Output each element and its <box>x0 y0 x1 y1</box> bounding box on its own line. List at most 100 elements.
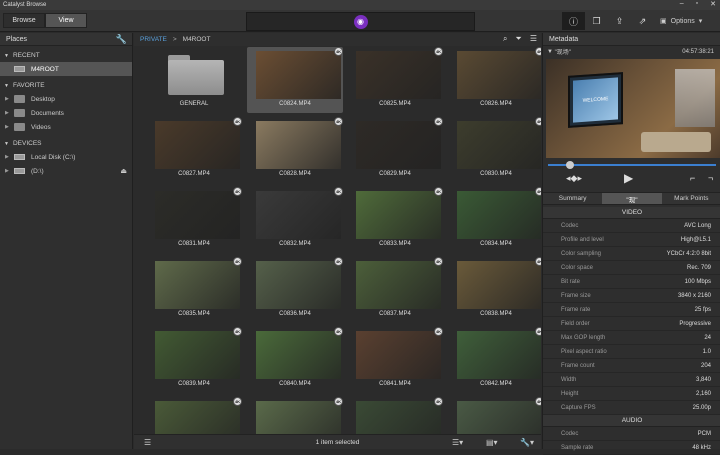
tv-screen-text: WELCOME <box>573 77 618 123</box>
device-item-d[interactable]: ▶ (D:\) ⏏ <box>0 164 132 178</box>
chevron-right-icon[interactable]: ▶ <box>5 110 9 116</box>
info-icon[interactable]: ⓘ <box>562 12 585 30</box>
breadcrumb-root[interactable]: PRIVATE <box>140 36 167 43</box>
chevron-right-icon[interactable]: ▶ <box>5 154 9 160</box>
favorite-item-videos[interactable]: ▶ Videos <box>0 120 132 134</box>
copy-icon[interactable]: ❐ <box>585 12 608 30</box>
audio-section-header[interactable]: AUDIO <box>543 415 720 427</box>
metadata-value: 48 kHz <box>692 444 711 451</box>
playback-scrubber[interactable] <box>546 161 720 169</box>
clip-item[interactable]: 4K C0841.MP4 <box>347 327 443 393</box>
folder-icon <box>14 109 25 117</box>
minimize-icon[interactable]: – <box>680 0 684 8</box>
clip-thumbnail <box>155 121 240 169</box>
status-text: 1 item selected <box>315 438 360 446</box>
tab-browse[interactable]: Browse <box>3 13 45 28</box>
metadata-value: 3840 x 2160 <box>677 292 711 299</box>
clip-item[interactable]: 4K C0840.MP4 <box>247 327 343 393</box>
video-section-header[interactable]: VIDEO <box>543 207 720 219</box>
clip-item[interactable]: 4K C0842.MP4 <box>448 327 541 393</box>
clip-item[interactable]: 4K C0838.MP4 <box>448 257 541 323</box>
wrench-icon[interactable]: 🔧 <box>116 34 127 45</box>
thumbnail-size-icon[interactable]: ▤▾ <box>486 438 498 447</box>
metadata-key: Codec <box>561 430 579 437</box>
clip-label: C0837.MP4 <box>379 311 411 317</box>
tab-clip[interactable]: "现" <box>602 193 662 204</box>
clip-item[interactable]: 4K C0824.MP4 <box>247 47 343 113</box>
clip-item[interactable]: 4K C0839.MP4 <box>146 327 242 393</box>
video-preview[interactable]: WELCOME <box>546 59 720 158</box>
list-view-icon[interactable]: ☰ <box>530 34 537 44</box>
clip-item[interactable]: 4K C0826.MP4 <box>448 47 541 113</box>
metadata-key: Profile and level <box>561 236 604 243</box>
options-label: Options <box>670 17 695 25</box>
clip-item[interactable]: 4K C0828.MP4 <box>247 117 343 183</box>
clip-item[interactable]: 4K C0837.MP4 <box>347 257 443 323</box>
metadata-list: VIDEO Codec AVC Long Profile and level High@… <box>543 207 720 455</box>
jog-icon[interactable]: ◂◆▸ <box>566 173 582 184</box>
metadata-row: Profile and level High@L5.1 <box>543 233 720 247</box>
clip-item[interactable]: 4K C0836.MP4 <box>247 257 343 323</box>
clip-item[interactable]: 4K <box>448 397 541 434</box>
filter-icon[interactable]: ⏷ <box>515 34 521 44</box>
mode-tabs: Browse View <box>3 13 87 28</box>
tools-icon[interactable]: 🔧▾ <box>520 438 534 447</box>
device-item-local-disk[interactable]: ▶ Local Disk (C:\) <box>0 150 132 164</box>
clip-badge-icon: 4K <box>535 47 541 56</box>
sort-icon[interactable]: ☰▾ <box>452 438 463 447</box>
mark-out-icon[interactable]: ¬ <box>708 173 713 183</box>
menu-icon[interactable]: ☰ <box>144 438 151 447</box>
share-icon[interactable]: ⇗ <box>631 12 654 30</box>
search-icon[interactable]: ⌕ <box>503 34 507 44</box>
section-recent[interactable]: ▼ RECENT <box>0 49 132 62</box>
clip-item[interactable]: 4K C0830.MP4 <box>448 117 541 183</box>
device-item-label: Local Disk (C:\) <box>31 153 76 161</box>
clip-item[interactable]: 4K C0835.MP4 <box>146 257 242 323</box>
clip-thumbnail <box>256 121 341 169</box>
clip-item[interactable]: 4K C0832.MP4 <box>247 187 343 253</box>
chevron-right-icon[interactable]: ▶ <box>5 124 9 130</box>
places-panel: Places 🔧 ▼ RECENT M4ROOT ▼ FAVORITE ▶ Deskt… <box>0 33 133 449</box>
clip-item[interactable]: 4K <box>347 397 443 434</box>
clip-badge-icon: 4K <box>334 117 343 126</box>
metadata-row: Color space Rec. 709 <box>543 261 720 275</box>
clip-item[interactable]: 4K C0834.MP4 <box>448 187 541 253</box>
recent-item-m4root[interactable]: M4ROOT <box>0 62 132 76</box>
clip-item[interactable]: 4K C0825.MP4 <box>347 47 443 113</box>
export-icon[interactable]: ⇪ <box>608 12 631 30</box>
clip-item[interactable]: 4K C0831.MP4 <box>146 187 242 253</box>
clip-badge-icon: 4K <box>434 117 443 126</box>
clip-name: "现场" <box>554 50 571 56</box>
clip-item[interactable]: 4K <box>146 397 242 434</box>
metadata-value: High@L5.1 <box>680 236 711 243</box>
options-button[interactable]: ▣ Options ▾ <box>660 12 702 30</box>
mark-in-icon[interactable]: ⌐ <box>690 173 695 183</box>
clip-item[interactable]: 4K C0833.MP4 <box>347 187 443 253</box>
play-icon[interactable]: ▶ <box>624 171 633 185</box>
metadata-row: Frame rate 25 fps <box>543 303 720 317</box>
section-favorite[interactable]: ▼ FAVORITE <box>0 79 132 92</box>
tab-summary[interactable]: Summary <box>543 193 602 204</box>
folder-item[interactable]: GENERAL <box>146 47 242 113</box>
clip-browser: PRIVATE > M4ROOT ⌕ ⏷ ☰ GENERAL 4K C0824.MP… <box>134 33 541 449</box>
clip-label: C0827.MP4 <box>178 171 210 177</box>
favorite-item-documents[interactable]: ▶ Documents <box>0 106 132 120</box>
section-devices[interactable]: ▼ DEVICES <box>0 137 132 150</box>
chevron-right-icon[interactable]: ▶ <box>5 96 9 102</box>
eject-icon[interactable]: ⏏ <box>120 167 127 175</box>
tab-mark-points[interactable]: Mark Points <box>662 193 720 204</box>
tab-view[interactable]: View <box>45 13 87 28</box>
chevron-right-icon[interactable]: ▶ <box>5 168 9 174</box>
maximize-icon[interactable]: ▫ <box>696 0 698 8</box>
scrubber-handle[interactable] <box>566 161 574 169</box>
chevron-down-icon[interactable]: ▼ <box>547 49 553 55</box>
close-icon[interactable]: ✕ <box>710 0 716 8</box>
transport-controls: ◂◆▸ ▶ ⌐ ¬ <box>546 171 720 187</box>
clip-label: C0835.MP4 <box>178 311 210 317</box>
clip-item[interactable]: 4K <box>247 397 343 434</box>
clip-item[interactable]: 4K C0827.MP4 <box>146 117 242 183</box>
clip-item[interactable]: 4K C0829.MP4 <box>347 117 443 183</box>
metadata-key: Frame rate <box>561 306 591 313</box>
favorite-item-desktop[interactable]: ▶ Desktop <box>0 92 132 106</box>
breadcrumb-current[interactable]: M4ROOT <box>183 36 211 43</box>
